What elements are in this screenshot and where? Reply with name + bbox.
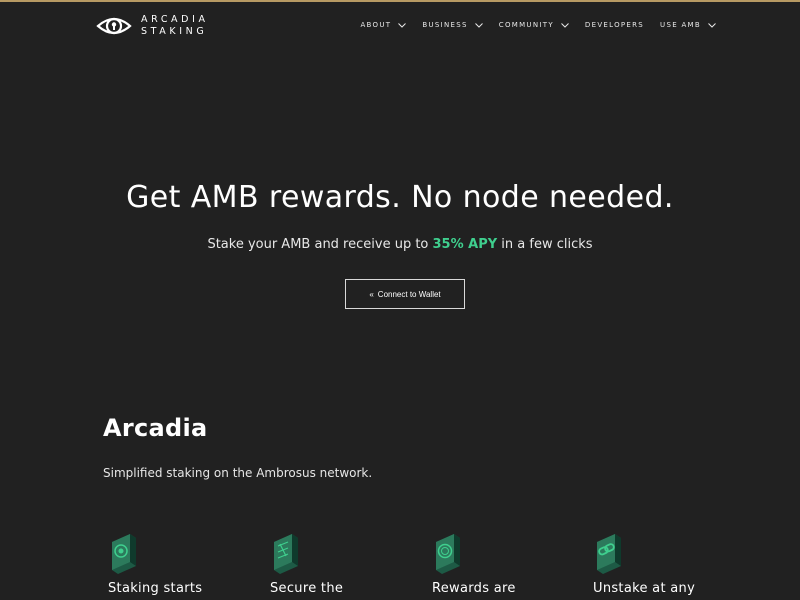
nav-label: ABOUT — [360, 21, 392, 29]
chevron-down-icon — [708, 22, 716, 28]
nav-item-developers[interactable]: DEVELOPERS — [585, 21, 644, 29]
connect-wallet-label: Connect to Wallet — [377, 289, 441, 299]
nav-item-business[interactable]: BUSINESS — [422, 21, 483, 29]
link-cube-icon — [597, 534, 621, 574]
hero-subtitle: Stake your AMB and receive up to 35% APY… — [0, 237, 800, 252]
hero-subtitle-text-end: in a few clicks — [497, 237, 593, 252]
chevron-down-icon — [561, 22, 569, 28]
section-title: Arcadia — [103, 414, 208, 442]
brand-logo[interactable]: ARCADIA STAKING — [96, 14, 209, 37]
hero-subtitle-text: Stake your AMB and receive up to — [207, 237, 433, 252]
feature-card: Secure the — [270, 530, 410, 596]
chevron-down-icon — [398, 22, 407, 28]
feature-label: Rewards are — [432, 581, 516, 596]
chevron-down-icon — [474, 22, 483, 28]
nav-label: COMMUNITY — [498, 21, 554, 29]
main-nav: ABOUT BUSINESS COMMUNITY DEVELOPERS USE … — [344, 21, 716, 29]
nav-label: USE AMB — [660, 21, 701, 29]
top-accent-line — [0, 0, 800, 2]
reward-coin-cube-icon — [436, 534, 460, 574]
coin-cube-icon — [112, 534, 136, 574]
nav-item-use-amb[interactable]: USE AMB — [660, 21, 716, 29]
feature-card: Rewards are — [432, 530, 572, 596]
double-chevron-left-icon: « — [369, 289, 374, 299]
nav-label: BUSINESS — [422, 21, 468, 29]
feature-card: Unstake at any — [593, 530, 733, 596]
apy-highlight: 35% APY — [432, 237, 498, 252]
network-cube-icon — [274, 534, 298, 574]
nav-item-community[interactable]: COMMUNITY — [499, 21, 569, 29]
feature-card: Staking starts — [108, 530, 248, 596]
connect-wallet-button[interactable]: « Connect to Wallet — [345, 279, 465, 309]
brand-name: ARCADIA STAKING — [141, 14, 209, 37]
section-description: Simplified staking on the Ambrosus netwo… — [103, 466, 373, 480]
hero-title: Get AMB rewards. No node needed. — [126, 180, 674, 215]
feature-label: Secure the — [270, 581, 344, 596]
feature-label: Staking starts — [108, 581, 203, 596]
feature-label: Unstake at any — [593, 581, 696, 596]
eye-lock-icon — [96, 17, 132, 34]
brand-line1: ARCADIA — [141, 14, 209, 25]
brand-line2: STAKING — [141, 25, 208, 37]
nav-label: DEVELOPERS — [584, 21, 645, 29]
nav-item-about[interactable]: ABOUT — [360, 21, 407, 29]
